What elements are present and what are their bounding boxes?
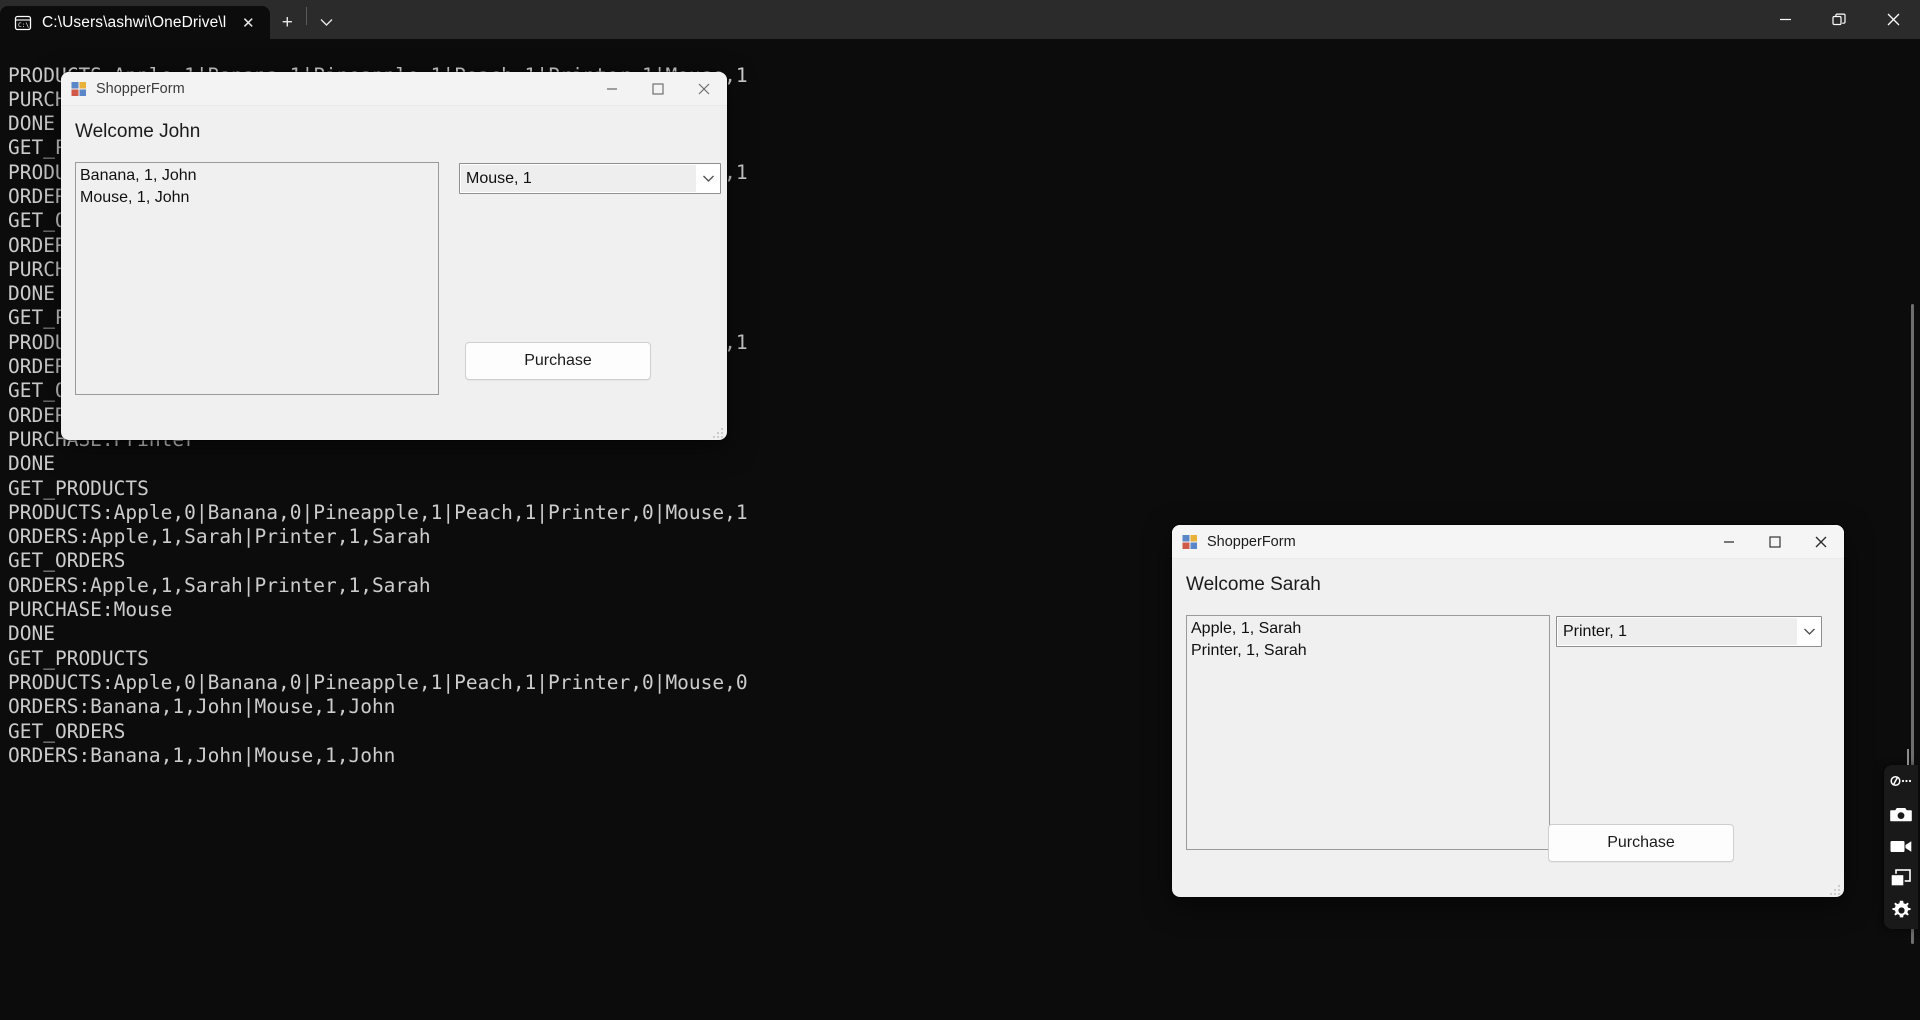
minimize-icon[interactable] bbox=[1758, 0, 1812, 39]
chevron-down-icon[interactable] bbox=[696, 164, 720, 193]
winforms-app-icon bbox=[71, 81, 87, 97]
product-combobox-sarah[interactable]: Printer, 1 bbox=[1556, 616, 1822, 647]
minimize-icon-sarah[interactable] bbox=[1706, 525, 1752, 558]
terminal-titlebar: C:\ C:\Users\ashwi\OneDrive\l ✕ + bbox=[0, 0, 1920, 39]
record-menu-icon[interactable] bbox=[1888, 769, 1914, 795]
terminal-tab-title: C:\Users\ashwi\OneDrive\l bbox=[42, 13, 227, 31]
video-camera-icon[interactable] bbox=[1888, 833, 1914, 859]
maximize-icon-sarah[interactable] bbox=[1752, 525, 1798, 558]
product-combobox-value-sarah: Printer, 1 bbox=[1558, 618, 1797, 645]
welcome-label-john: Welcome John bbox=[75, 121, 201, 142]
console-icon: C:\ bbox=[14, 14, 32, 32]
list-item[interactable]: Printer, 1, Sarah bbox=[1187, 640, 1549, 662]
window-controls-sarah bbox=[1706, 525, 1844, 558]
new-tab-button[interactable]: + bbox=[270, 6, 304, 39]
titlebar-drag-region[interactable] bbox=[343, 0, 1758, 39]
list-item[interactable]: Mouse, 1, John bbox=[76, 187, 438, 209]
window-titlebar-sarah[interactable]: ShopperForm bbox=[1172, 525, 1844, 559]
window-title-sarah: ShopperForm bbox=[1207, 533, 1296, 550]
list-item[interactable]: Apple, 1, Sarah bbox=[1187, 618, 1549, 640]
toolbar-drag-handle[interactable] bbox=[1907, 749, 1909, 765]
capture-toolbar[interactable] bbox=[1884, 749, 1918, 929]
terminal-tab[interactable]: C:\ C:\Users\ashwi\OneDrive\l ✕ bbox=[0, 6, 271, 39]
window-titlebar-john[interactable]: ShopperForm bbox=[61, 72, 727, 106]
product-combobox-value-john: Mouse, 1 bbox=[461, 165, 696, 192]
resize-grip-sarah[interactable] bbox=[1828, 883, 1840, 895]
chevron-down-icon[interactable] bbox=[309, 6, 343, 39]
shopper-form-sarah[interactable]: ShopperForm Welcome Sarah Apple, 1, Sara… bbox=[1172, 525, 1844, 897]
window-controls-john bbox=[589, 72, 727, 105]
camera-icon[interactable] bbox=[1888, 801, 1914, 827]
maximize-icon-john[interactable] bbox=[635, 72, 681, 105]
close-icon[interactable] bbox=[1866, 0, 1920, 39]
orders-listbox-john[interactable]: Banana, 1, John Mouse, 1, John bbox=[75, 162, 439, 395]
gear-icon[interactable] bbox=[1888, 897, 1914, 923]
resize-grip-john[interactable] bbox=[711, 426, 723, 438]
close-icon-sarah[interactable] bbox=[1798, 525, 1844, 558]
chevron-down-icon[interactable] bbox=[1797, 617, 1821, 646]
product-combobox-john[interactable]: Mouse, 1 bbox=[459, 163, 721, 194]
windows-stack-icon[interactable] bbox=[1888, 865, 1914, 891]
welcome-label-sarah: Welcome Sarah bbox=[1186, 574, 1321, 595]
terminal-tab-strip: C:\ C:\Users\ashwi\OneDrive\l ✕ + bbox=[0, 0, 343, 39]
svg-text:C:\: C:\ bbox=[18, 22, 29, 29]
purchase-button-sarah[interactable]: Purchase bbox=[1548, 824, 1734, 862]
minimize-icon-john[interactable] bbox=[589, 72, 635, 105]
screen: C:\ C:\Users\ashwi\OneDrive\l ✕ + DONE D… bbox=[0, 0, 1920, 1020]
window-body-sarah: Welcome Sarah Apple, 1, Sarah Printer, 1… bbox=[1172, 559, 1844, 897]
window-body-john: Welcome John Banana, 1, John Mouse, 1, J… bbox=[61, 106, 727, 440]
winforms-app-icon bbox=[1182, 534, 1198, 550]
list-item[interactable]: Banana, 1, John bbox=[76, 165, 438, 187]
window-title-john: ShopperForm bbox=[96, 80, 185, 97]
purchase-button-john[interactable]: Purchase bbox=[465, 342, 651, 380]
tab-close-icon[interactable]: ✕ bbox=[236, 11, 260, 35]
restore-icon[interactable] bbox=[1812, 0, 1866, 39]
orders-listbox-sarah[interactable]: Apple, 1, Sarah Printer, 1, Sarah bbox=[1186, 615, 1550, 850]
terminal-window-controls bbox=[1758, 0, 1920, 39]
tabbar-divider bbox=[306, 6, 308, 25]
shopper-form-john[interactable]: ShopperForm Welcome John Banana, 1, John… bbox=[61, 72, 727, 440]
close-icon-john[interactable] bbox=[681, 72, 727, 105]
